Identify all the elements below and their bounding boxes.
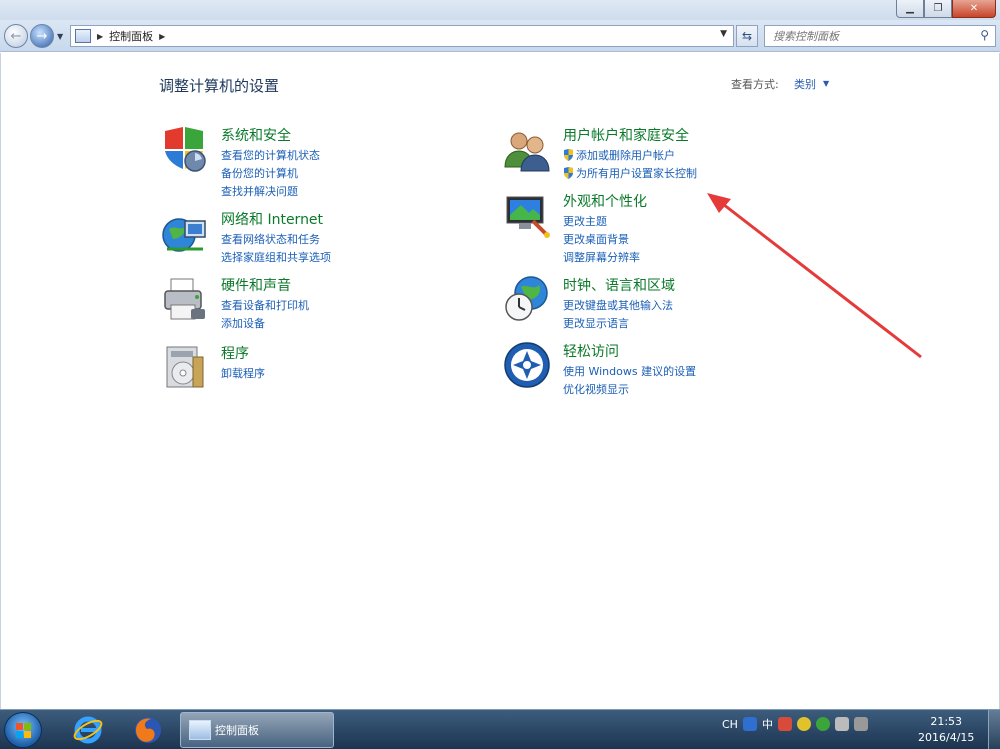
- category-title[interactable]: 轻松访问: [563, 341, 619, 361]
- firefox-icon: [135, 717, 161, 743]
- control-panel-icon: [75, 29, 91, 43]
- ease-of-access-icon[interactable]: [503, 341, 551, 389]
- taskbar-window-label: 控制面板: [215, 724, 259, 737]
- minimize-button[interactable]: ▁: [896, 0, 924, 18]
- navigation-bar: ← → ▼ ▶ 控制面板 ▶ ▼ ⇆ ⚲: [0, 20, 1000, 52]
- view-by-dropdown[interactable]: 类别: [794, 76, 816, 92]
- link-change-display-language[interactable]: 更改显示语言: [563, 315, 629, 331]
- uac-shield-icon: [564, 149, 573, 161]
- window-titlebar: ▁ ❐ ✕: [0, 0, 1000, 20]
- view-by-chevron-down-icon[interactable]: ▼: [823, 79, 829, 88]
- search-box[interactable]: ⚲: [764, 25, 996, 47]
- maximize-button[interactable]: ❐: [924, 0, 952, 18]
- link-change-input-methods[interactable]: 更改键盘或其他输入法: [563, 297, 673, 313]
- tray-app-icon[interactable]: [796, 717, 811, 731]
- category-title[interactable]: 硬件和声音: [221, 275, 291, 295]
- show-desktop-button[interactable]: [988, 710, 1000, 749]
- internet-explorer-icon: [73, 716, 103, 744]
- link-windows-recommended-settings[interactable]: 使用 Windows 建议的设置: [563, 363, 696, 379]
- internet-explorer-button[interactable]: [68, 713, 108, 747]
- link-add-device[interactable]: 添加设备: [221, 315, 265, 331]
- search-input[interactable]: [773, 29, 973, 43]
- breadcrumb-control-panel[interactable]: 控制面板: [109, 28, 153, 44]
- control-panel-content: 调整计算机的设置 查看方式: 类别 ▼ 系统和安全 查看您的计算机状态 备份您的…: [0, 53, 1000, 709]
- network-globe-icon[interactable]: [161, 209, 209, 257]
- category-title[interactable]: 用户帐户和家庭安全: [563, 125, 689, 145]
- tray-app-icon[interactable]: [815, 717, 830, 731]
- monitor-icon[interactable]: [503, 191, 551, 239]
- link-change-background[interactable]: 更改桌面背景: [563, 231, 629, 247]
- language-indicator[interactable]: CH: [722, 718, 738, 731]
- link-adjust-resolution[interactable]: 调整屏幕分辨率: [563, 249, 640, 265]
- system-tray: CH 中: [722, 716, 868, 732]
- security-shield-icon[interactable]: [161, 125, 209, 173]
- forward-button[interactable]: →: [30, 24, 54, 48]
- link-troubleshoot[interactable]: 查找并解决问题: [221, 183, 298, 199]
- category-title[interactable]: 程序: [221, 343, 249, 363]
- recent-pages-dropdown-icon[interactable]: ▼: [57, 32, 63, 41]
- control-panel-icon: [189, 720, 211, 740]
- back-button[interactable]: ←: [4, 24, 28, 48]
- link-uninstall-program[interactable]: 卸载程序: [221, 365, 265, 381]
- page-title: 调整计算机的设置: [159, 77, 280, 95]
- windows-logo-icon: [16, 723, 31, 738]
- start-button[interactable]: [4, 712, 42, 748]
- users-icon[interactable]: [503, 125, 551, 173]
- ime-icon[interactable]: [742, 717, 757, 731]
- printer-icon[interactable]: [161, 275, 209, 323]
- link-optimize-visual-display[interactable]: 优化视频显示: [563, 381, 629, 397]
- link-label[interactable]: 为所有用户设置家长控制: [576, 165, 697, 181]
- window-controls: ▁ ❐ ✕: [896, 0, 996, 18]
- category-title[interactable]: 网络和 Internet: [221, 209, 323, 229]
- link-network-status[interactable]: 查看网络状态和任务: [221, 231, 320, 247]
- link-parental-controls[interactable]: 为所有用户设置家长控制: [563, 165, 697, 181]
- tray-app-icon[interactable]: [777, 717, 792, 731]
- view-by-label: 查看方式:: [731, 78, 779, 91]
- category-title[interactable]: 系统和安全: [221, 125, 291, 145]
- link-devices-printers[interactable]: 查看设备和打印机: [221, 297, 309, 313]
- link-view-computer-status[interactable]: 查看您的计算机状态: [221, 147, 320, 163]
- programs-disc-icon[interactable]: [161, 343, 209, 391]
- address-bar[interactable]: ▶ 控制面板 ▶ ▼: [70, 25, 734, 47]
- link-label[interactable]: 添加或删除用户帐户: [576, 147, 675, 163]
- refresh-button[interactable]: ⇆: [736, 25, 758, 47]
- volume-icon[interactable]: [853, 717, 868, 731]
- firefox-button[interactable]: [128, 713, 168, 747]
- taskbar-clock[interactable]: 21:53 2016/4/15: [918, 714, 974, 746]
- breadcrumb-chevron-icon[interactable]: ▶: [159, 32, 165, 41]
- network-icon[interactable]: [834, 717, 849, 731]
- link-backup-computer[interactable]: 备份您的计算机: [221, 165, 298, 181]
- breadcrumb-chevron-icon[interactable]: ▶: [97, 32, 103, 41]
- link-change-theme[interactable]: 更改主题: [563, 213, 607, 229]
- search-icon[interactable]: ⚲: [980, 28, 989, 42]
- taskbar-control-panel-window[interactable]: 控制面板: [180, 712, 334, 748]
- clock-globe-icon[interactable]: [503, 275, 551, 323]
- annotation-arrow: [707, 193, 922, 359]
- uac-shield-icon: [564, 167, 573, 179]
- ime-mode[interactable]: 中: [762, 716, 773, 732]
- link-homegroup-sharing[interactable]: 选择家庭组和共享选项: [221, 249, 331, 265]
- close-button[interactable]: ✕: [952, 0, 996, 18]
- category-title[interactable]: 外观和个性化: [563, 191, 647, 211]
- link-add-remove-accounts[interactable]: 添加或删除用户帐户: [563, 147, 675, 163]
- clock-time: 21:53: [930, 715, 963, 728]
- clock-date: 2016/4/15: [918, 731, 975, 744]
- taskbar: 控制面板 CH 中 21:53 2016/4/15: [0, 709, 1000, 749]
- address-dropdown-icon[interactable]: ▼: [720, 29, 727, 39]
- category-title[interactable]: 时钟、语言和区域: [563, 275, 675, 295]
